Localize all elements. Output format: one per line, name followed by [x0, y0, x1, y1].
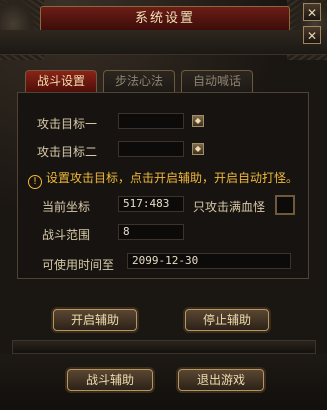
stop-assist-button[interactable]: 停止辅助 — [185, 309, 269, 331]
tab-auto-shout[interactable]: 自动喊话 — [181, 70, 253, 92]
window-title: 系统设置 — [40, 6, 290, 32]
notice-text: ! 设置攻击目标，点击开启辅助，开启自动打怪。 — [28, 169, 298, 189]
start-assist-button[interactable]: 开启辅助 — [53, 309, 137, 331]
close-icon[interactable]: ✕ — [303, 3, 321, 21]
target1-label: 攻击目标一 — [37, 117, 98, 131]
exit-game-button[interactable]: 退出游戏 — [178, 369, 264, 391]
range-label: 战斗范围 — [42, 228, 91, 242]
tab-battle-settings[interactable]: 战斗设置 — [25, 70, 97, 92]
bottom-area — [0, 354, 327, 410]
close-icon-secondary[interactable]: ✕ — [303, 26, 321, 44]
full-hp-label: 只攻击满血怪 — [193, 200, 266, 214]
target1-picker-icon[interactable]: ◆ — [192, 115, 204, 127]
expire-field: 2099-12-30 — [127, 253, 291, 269]
sub-header-bar — [0, 30, 327, 55]
info-icon: ! — [28, 175, 42, 189]
expire-label: 可使用时间至 — [42, 258, 115, 272]
full-hp-checkbox[interactable] — [275, 195, 295, 215]
target2-picker-icon[interactable]: ◆ — [192, 143, 204, 155]
range-input[interactable]: 8 — [118, 224, 184, 240]
target1-input[interactable] — [118, 113, 184, 129]
tab-footwork[interactable]: 步法心法 — [103, 70, 175, 92]
battle-assist-button[interactable]: 战斗辅助 — [67, 369, 153, 391]
target2-input[interactable] — [118, 141, 184, 157]
notice-message: 设置攻击目标，点击开启辅助，开启自动打怪。 — [46, 171, 299, 185]
divider-bar — [12, 340, 316, 354]
settings-window: 系统设置 ✕ ✕ 战斗设置 步法心法 自动喊话 攻击目标一 ◆ 攻击目标二 ◆ … — [0, 0, 327, 410]
target2-label: 攻击目标二 — [37, 145, 98, 159]
coord-label: 当前坐标 — [42, 200, 91, 214]
coord-field: 517:483 — [118, 196, 184, 212]
